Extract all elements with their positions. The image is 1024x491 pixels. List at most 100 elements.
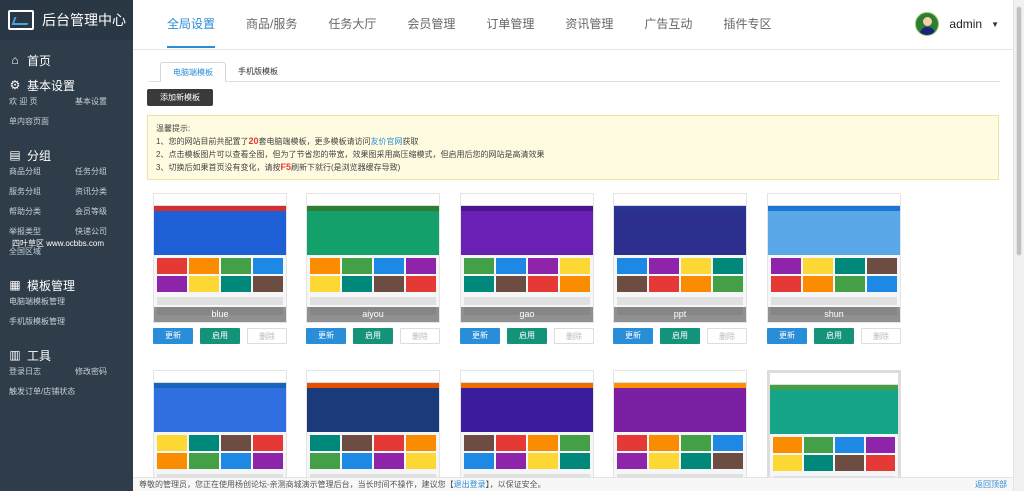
- caret-down-icon[interactable]: ▼: [991, 20, 999, 29]
- top-tab-5[interactable]: 资讯管理: [565, 0, 613, 48]
- delete-button[interactable]: 删除: [861, 328, 901, 344]
- thumb-banner: [461, 388, 593, 432]
- app-logo[interactable]: 后台管理中心: [0, 0, 133, 40]
- top-tab-3[interactable]: 会员管理: [407, 0, 455, 48]
- thumb-grid: [768, 255, 900, 295]
- sidebar-item[interactable]: 修改密码: [75, 362, 133, 382]
- sidebar-item[interactable]: 手机版模板管理: [9, 312, 133, 332]
- sidebar-group-label: 分组: [27, 148, 52, 163]
- top-tab-1[interactable]: 商品/服务: [246, 0, 297, 48]
- update-button[interactable]: 更新: [767, 328, 807, 344]
- template-thumbnail[interactable]: gao: [460, 193, 594, 323]
- update-button[interactable]: 更新: [613, 328, 653, 344]
- top-tab-6[interactable]: 广告互动: [644, 0, 692, 48]
- top-bar: 全局设置 商品/服务 任务大厅 会员管理 订单管理 资讯管理 广告互动 插件专区 admin …: [133, 0, 1013, 50]
- sidebar-group-items: 欢 迎 页基本设置 单内容页面: [0, 92, 133, 132]
- template-actions: 更新 启用 删除: [613, 328, 747, 344]
- sidebar-group-0[interactable]: ⌂ 首页: [0, 47, 51, 73]
- thumb-banner: [154, 211, 286, 255]
- enable-button[interactable]: 启用: [353, 328, 393, 344]
- scrollbar-thumb[interactable]: [1016, 6, 1022, 256]
- enable-button[interactable]: 启用: [660, 328, 700, 344]
- template-thumbnail[interactable]: [460, 370, 594, 491]
- template-thumbnail[interactable]: [153, 370, 287, 491]
- user-menu[interactable]: admin ▼: [915, 12, 999, 36]
- template-card: aiyou 更新 启用 删除: [306, 193, 440, 344]
- enable-button[interactable]: 启用: [200, 328, 240, 344]
- template-thumbnail[interactable]: blue: [153, 193, 287, 323]
- thumb-header: [770, 373, 898, 385]
- sidebar-item[interactable]: 欢 迎 页: [9, 92, 75, 112]
- delete-button[interactable]: 删除: [707, 328, 747, 344]
- sidebar-item[interactable]: 单内容页面: [9, 112, 133, 132]
- tips-title: 温馨提示:: [156, 124, 191, 133]
- thumb-header: [614, 371, 746, 383]
- home-icon: ⌂: [11, 53, 19, 67]
- tips-line-3: 3、切换后如果首页没有变化，请按F5刷新下就行(是浏览器缓存导致): [156, 162, 401, 172]
- top-tab-2[interactable]: 任务大厅: [328, 0, 376, 48]
- thumb-grid: [307, 255, 439, 295]
- sidebar-item[interactable]: 服务分组: [9, 182, 75, 202]
- page-scrollbar[interactable]: [1013, 0, 1024, 491]
- sidebar-group-items: 登录日志 修改密码 触发订单/店铺状态: [0, 362, 133, 402]
- sidebar-item[interactable]: 电脑端模板管理: [9, 292, 133, 312]
- sidebar-item[interactable]: 触发订单/店铺状态: [9, 382, 133, 402]
- template-count: 20: [248, 136, 259, 146]
- thumb-header: [461, 371, 593, 383]
- sidebar-item[interactable]: 登录日志: [9, 362, 75, 382]
- template-thumbnail[interactable]: aiyou: [306, 193, 440, 323]
- template-card: [613, 370, 747, 491]
- thumb-banner: [307, 388, 439, 432]
- sidebar-item[interactable]: 会员等级: [75, 202, 133, 222]
- delete-button[interactable]: 删除: [247, 328, 287, 344]
- sub-tabs: 电脑端模板 手机版模板: [160, 62, 290, 82]
- thumb-row: [310, 297, 436, 305]
- update-button[interactable]: 更新: [460, 328, 500, 344]
- sidebar: 后台管理中心 ⌂ 首页 ⚙ 基本设置欢 迎 页基本设置 单内容页面 ▤ 分组 商品分组 任务分组…: [0, 0, 133, 491]
- top-tab-7[interactable]: 插件专区: [723, 0, 771, 48]
- sidebar-item[interactable]: 基本设置: [75, 92, 133, 112]
- f5-key: F5: [280, 162, 291, 172]
- add-template-button[interactable]: 添加新模板: [147, 89, 213, 106]
- template-thumbnail[interactable]: shun: [767, 193, 901, 323]
- update-button[interactable]: 更新: [306, 328, 346, 344]
- sidebar-item[interactable]: 资讯分类: [75, 182, 133, 202]
- thumb-row: [464, 297, 590, 305]
- monitor-icon: [8, 10, 34, 30]
- delete-button[interactable]: 删除: [554, 328, 594, 344]
- template-card: [306, 370, 440, 491]
- sidebar-group-label: 模板管理: [27, 278, 76, 293]
- update-button[interactable]: 更新: [153, 328, 193, 344]
- logout-link[interactable]: 退出登录: [454, 480, 486, 489]
- enable-button[interactable]: 启用: [507, 328, 547, 344]
- template-thumbnail[interactable]: [613, 370, 747, 491]
- thumb-grid: [154, 255, 286, 295]
- watermark-text: 四叶草区 www.ocbbs.com: [12, 239, 105, 248]
- thumb-grid: [461, 255, 593, 295]
- avatar[interactable]: [915, 12, 940, 36]
- thumb-header: [768, 194, 900, 206]
- top-tab-4[interactable]: 订单管理: [486, 0, 534, 48]
- subtab-1[interactable]: 手机版模板: [226, 62, 290, 82]
- back-to-top-link[interactable]: 返回顶部: [975, 478, 1007, 491]
- chart-icon: ▥: [9, 348, 21, 362]
- sidebar-group-items: 电脑端模板管理 手机版模板管理: [0, 292, 133, 332]
- thumb-grid: [154, 432, 286, 472]
- template-thumbnail[interactable]: [767, 370, 901, 491]
- username[interactable]: admin: [949, 17, 982, 31]
- official-site-link[interactable]: 友价官网: [370, 137, 402, 146]
- enable-button[interactable]: 启用: [814, 328, 854, 344]
- top-tab-0[interactable]: 全局设置: [167, 0, 216, 48]
- thumb-row: [157, 297, 283, 305]
- thumb-header: [614, 194, 746, 206]
- sidebar-item[interactable]: 任务分组: [75, 162, 133, 182]
- template-thumbnail[interactable]: ppt: [613, 193, 747, 323]
- template-name: ppt: [614, 307, 746, 322]
- sidebar-item[interactable]: 帮助分类: [9, 202, 75, 222]
- subtab-0[interactable]: 电脑端模板: [160, 62, 226, 82]
- delete-button[interactable]: 删除: [400, 328, 440, 344]
- template-card: [460, 370, 594, 491]
- sidebar-item[interactable]: 商品分组: [9, 162, 75, 182]
- template-actions: 更新 启用 删除: [306, 328, 440, 344]
- template-thumbnail[interactable]: [306, 370, 440, 491]
